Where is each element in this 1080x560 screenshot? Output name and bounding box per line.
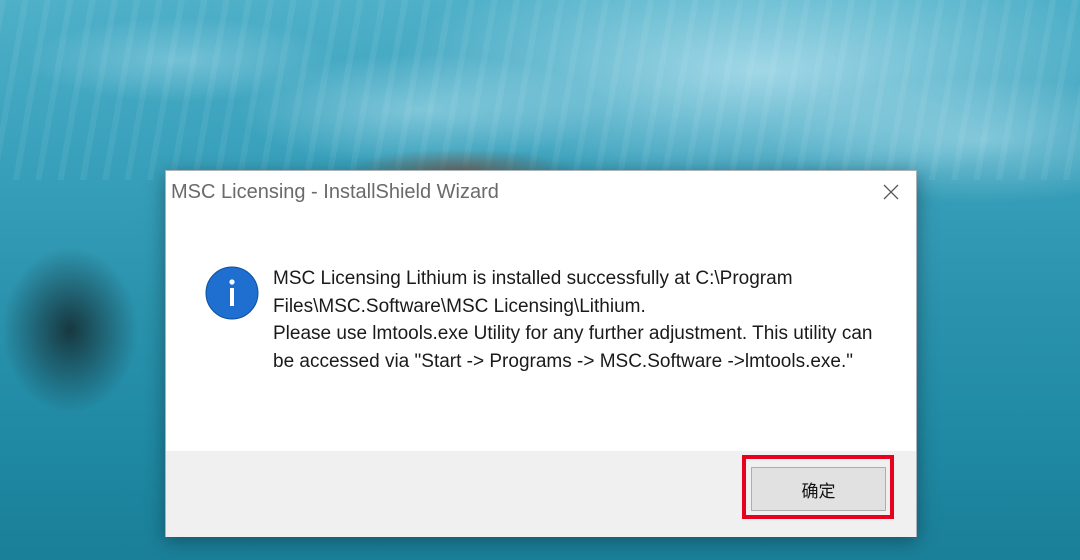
- swimmer-silhouette: [0, 230, 175, 430]
- close-icon: [883, 184, 899, 200]
- dialog-title: MSC Licensing - InstallShield Wizard: [171, 181, 499, 203]
- close-button[interactable]: [874, 177, 908, 207]
- message-line-lmtools: Please use lmtools.exe Utility for any f…: [273, 323, 873, 372]
- dialog-content: MSC Licensing Lithium is installed succe…: [166, 215, 916, 451]
- ok-button[interactable]: 确定: [751, 467, 886, 511]
- info-icon: [205, 266, 259, 320]
- installshield-dialog: MSC Licensing - InstallShield Wizard MSC…: [165, 170, 917, 537]
- dialog-titlebar[interactable]: MSC Licensing - InstallShield Wizard: [166, 171, 916, 215]
- desktop-background: MSC Licensing - InstallShield Wizard MSC…: [0, 0, 1080, 560]
- message-text: MSC Licensing Lithium is installed succe…: [273, 265, 883, 375]
- message-line-install-path: MSC Licensing Lithium is installed succe…: [273, 268, 793, 317]
- dialog-footer: 确定: [166, 451, 916, 537]
